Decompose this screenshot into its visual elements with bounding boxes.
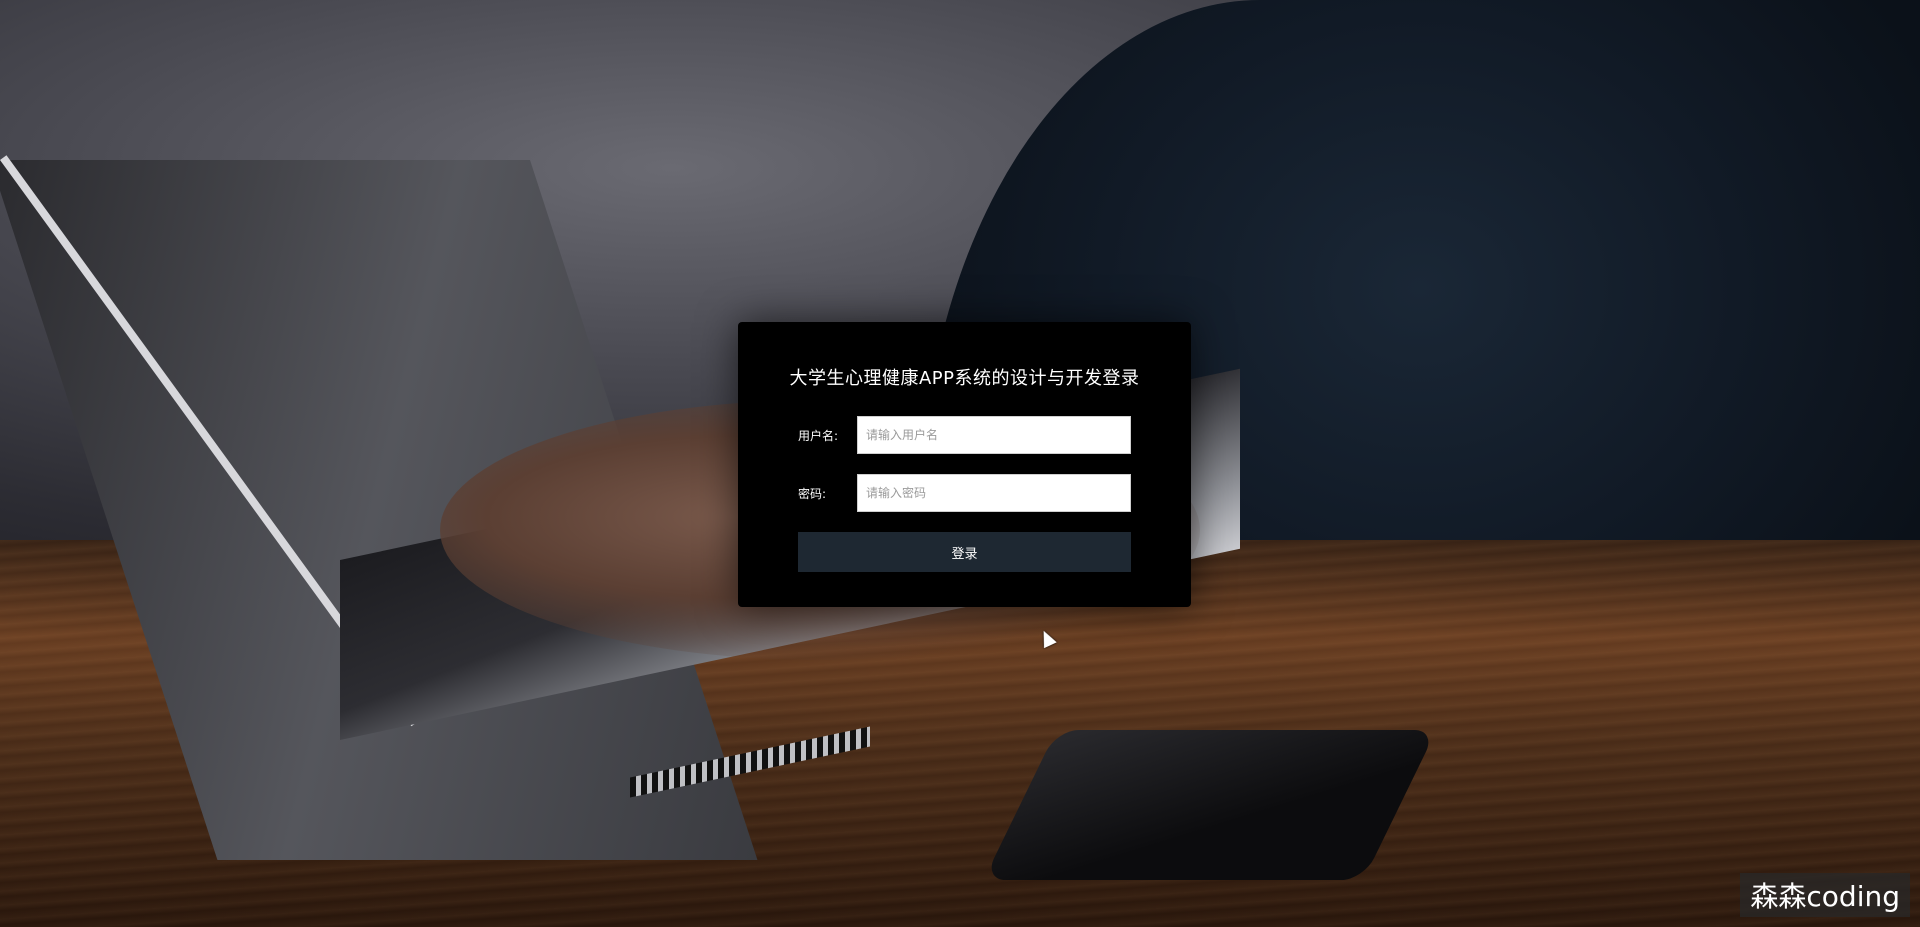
password-row: 密码: xyxy=(798,474,1131,512)
login-card: 大学生心理健康APP系统的设计与开发登录 用户名: 密码: 登录 xyxy=(738,322,1191,607)
username-label: 用户名: xyxy=(798,428,839,443)
smartphone xyxy=(983,730,1437,880)
login-title: 大学生心理健康APP系统的设计与开发登录 xyxy=(789,368,1140,389)
username-input[interactable] xyxy=(857,416,1131,454)
login-button[interactable]: 登录 xyxy=(798,532,1131,572)
password-label: 密码: xyxy=(798,486,827,501)
username-row: 用户名: xyxy=(798,416,1131,454)
watermark: 森森coding xyxy=(1740,873,1910,917)
password-input[interactable] xyxy=(857,474,1131,512)
login-page: 大学生心理健康APP系统的设计与开发登录 用户名: 密码: 登录 森森codin… xyxy=(0,0,1920,927)
